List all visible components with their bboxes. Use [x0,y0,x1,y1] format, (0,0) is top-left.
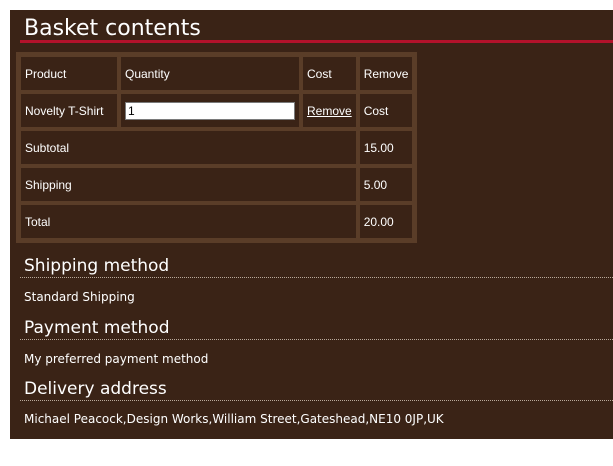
basket-table: Product Quantity Cost Remove Novelty T-S… [16,52,418,243]
subtotal-label: Subtotal [19,129,358,166]
table-header-row: Product Quantity Cost Remove [19,55,415,92]
remove-link[interactable]: Remove [307,104,352,118]
shipping-row: Shipping 5.00 [19,166,415,203]
shipping-method-heading: Shipping method [20,255,613,278]
delivery-address-heading: Delivery address [20,378,613,401]
shipping-label: Shipping [19,166,358,203]
basket-title: Basket contents [24,16,201,41]
item-quantity-cell [119,92,301,129]
item-cost: Cost [357,92,415,129]
item-product: Novelty T-Shirt [19,92,119,129]
subtotal-value: 15.00 [357,129,415,166]
payment-method-heading: Payment method [20,317,613,340]
confirm-order-link[interactable]: Confirm order [24,440,107,454]
table-row: Novelty T-Shirt Remove Cost [19,92,415,129]
quantity-input[interactable] [125,101,295,120]
header-quantity: Quantity [119,55,301,92]
total-value: 20.00 [357,203,415,240]
shipping-method-value: Standard Shipping [24,290,135,304]
item-remove-cell: Remove [301,92,358,129]
checkout-panel: Basket contents Product Quantity Cost Re… [10,10,613,454]
title-rule [20,40,613,43]
total-label: Total [19,203,358,240]
subtotal-row: Subtotal 15.00 [19,129,415,166]
header-remove: Remove [357,55,415,92]
delivery-address-value: Michael Peacock,Design Works,William Str… [24,412,444,426]
header-product: Product [19,55,119,92]
header-cost: Cost [301,55,358,92]
total-row: Total 20.00 [19,203,415,240]
shipping-value: 5.00 [357,166,415,203]
payment-method-value: My preferred payment method [24,352,209,366]
